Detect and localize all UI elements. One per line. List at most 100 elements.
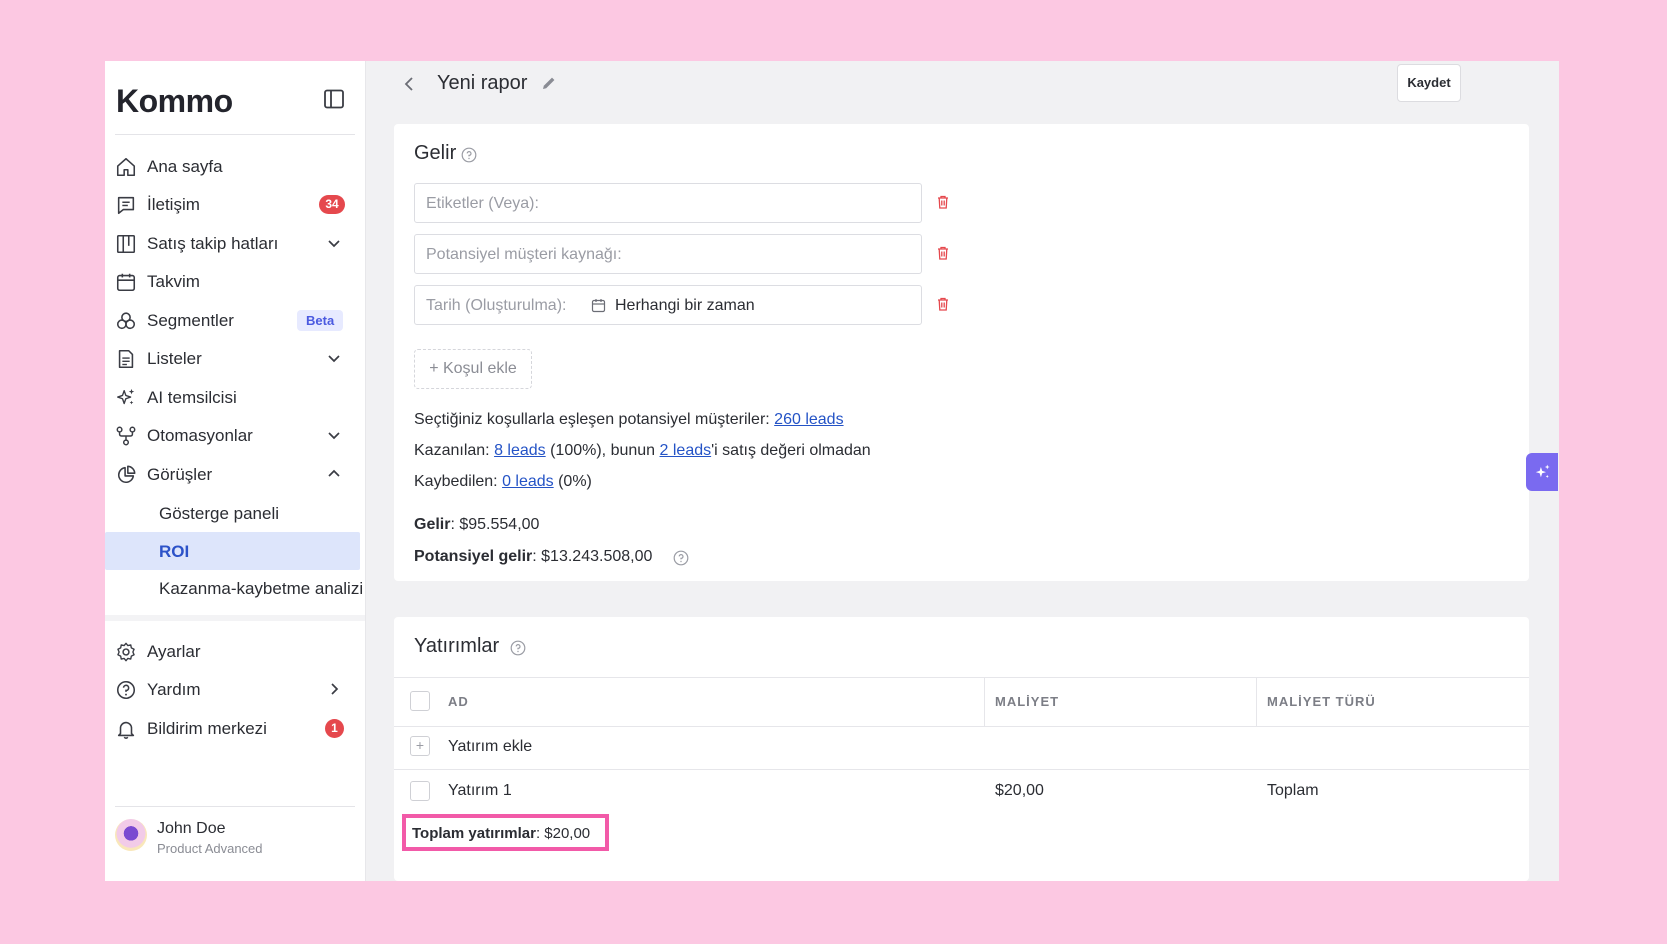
sidebar-item-label: Görüşler bbox=[147, 465, 213, 484]
income-title: Gelir bbox=[414, 142, 457, 164]
trash-icon[interactable] bbox=[935, 245, 951, 261]
column-header-cost[interactable]: MALİYET bbox=[995, 694, 1059, 709]
add-condition-button[interactable]: + Koşul ekle bbox=[414, 349, 532, 389]
beta-badge: Beta bbox=[297, 310, 344, 331]
column-header-cost-type[interactable]: MALİYET TÜRÜ bbox=[1267, 694, 1376, 709]
sidebar-item-lists[interactable]: Listeler bbox=[105, 339, 365, 377]
matched-leads-line: Seçtiğiniz koşullarla eşleşen potansiyel… bbox=[414, 411, 844, 429]
won-leads-line: Kazanılan: 8 leads (100%), bunun 2 leads… bbox=[414, 442, 871, 460]
edit-pencil-icon[interactable] bbox=[540, 74, 558, 92]
lost-leads-percent: (0%) bbox=[553, 473, 592, 490]
app-window: Kommo Ana sayfa İletişim 34 Satış takip … bbox=[105, 61, 1559, 881]
sidebar-item-label: Satış takip hatları bbox=[147, 234, 279, 253]
revenue-label: Gelir bbox=[414, 516, 451, 533]
sidebar-item-label: İletişim bbox=[147, 195, 200, 214]
sidebar-subitem-label: Kazanma-kaybetme analizi bbox=[159, 579, 364, 598]
sidebar-item-ai-agent[interactable]: AI temsilcisi bbox=[105, 378, 365, 416]
investment-cost-type: Toplam bbox=[1267, 782, 1319, 799]
sidebar-item-label: Ayarlar bbox=[147, 642, 201, 661]
chevron-up-icon bbox=[328, 469, 340, 477]
gear-icon bbox=[117, 642, 135, 662]
help-circle-icon bbox=[116, 680, 136, 700]
sparkles-icon bbox=[117, 388, 135, 405]
revenue-line: Gelir: $95.554,00 bbox=[414, 516, 539, 534]
top-bar: Yeni rapor Kaydet bbox=[365, 61, 1559, 109]
sidebar-item-automations[interactable]: Otomasyonlar bbox=[105, 416, 365, 454]
matched-leads-text: Seçtiğiniz koşullarla eşleşen potansiyel… bbox=[414, 411, 775, 428]
sidebar-item-label: AI temsilcisi bbox=[147, 388, 237, 407]
matched-leads-link[interactable]: 260 leads bbox=[774, 411, 843, 428]
won-leads-link[interactable]: 8 leads bbox=[494, 442, 546, 459]
help-icon[interactable] bbox=[510, 640, 526, 656]
total-investments-highlight: Toplam yatırımlar: $20,00 bbox=[402, 814, 609, 851]
won-no-value-link[interactable]: 2 leads bbox=[660, 442, 712, 459]
sidebar-item-settings[interactable]: Ayarlar bbox=[105, 632, 365, 670]
sidebar-subitem-roi[interactable]: ROI bbox=[105, 532, 360, 570]
total-investments-line: Toplam yatırımlar: $20,00 bbox=[412, 825, 590, 842]
pie-chart-icon bbox=[117, 465, 136, 484]
plus-icon: + bbox=[410, 736, 430, 756]
sidebar-item-segments[interactable]: Segmentler Beta bbox=[105, 301, 365, 339]
won-leads-text: Kazanılan: bbox=[414, 442, 495, 459]
sidebar: Kommo Ana sayfa İletişim 34 Satış takip … bbox=[105, 61, 366, 881]
sidebar-item-pipelines[interactable]: Satış takip hatları bbox=[105, 224, 365, 262]
automation-icon bbox=[116, 426, 136, 446]
sidebar-item-communication[interactable]: İletişim 34 bbox=[105, 185, 365, 223]
lead-source-filter-field[interactable]: Potansiyel müşteri kaynağı: bbox=[414, 234, 922, 274]
add-investment-label: Yatırım ekle bbox=[448, 738, 533, 755]
segments-icon bbox=[116, 312, 136, 330]
row-checkbox[interactable] bbox=[410, 781, 430, 801]
document-icon bbox=[118, 349, 134, 369]
back-arrow-icon[interactable] bbox=[399, 73, 421, 95]
column-header-name[interactable]: AD bbox=[448, 694, 469, 709]
date-filter-value: Herhangi bir zaman bbox=[615, 297, 755, 314]
revenue-value: : $95.554,00 bbox=[450, 516, 540, 533]
help-icon[interactable] bbox=[461, 147, 477, 163]
user-name: John Doe bbox=[157, 820, 226, 837]
column-divider bbox=[1256, 678, 1257, 726]
sidebar-subitem-dashboard[interactable]: Gösterge paneli bbox=[105, 494, 360, 532]
investment-name: Yatırım 1 bbox=[448, 782, 512, 799]
income-card: Gelir Etiketler (Veya): Potansiyel müşte… bbox=[394, 124, 1529, 581]
select-all-checkbox[interactable] bbox=[410, 691, 430, 711]
sidebar-collapse-icon[interactable] bbox=[322, 87, 346, 111]
add-investment-row[interactable]: + Yatırım ekle bbox=[394, 725, 1529, 770]
save-button[interactable]: Kaydet bbox=[1397, 64, 1461, 102]
user-profile[interactable]: John Doe Product Advanced bbox=[105, 809, 365, 869]
sidebar-item-help[interactable]: Yardım bbox=[105, 670, 365, 708]
divider bbox=[115, 134, 355, 135]
date-filter-field[interactable]: Tarih (Oluşturulma): Herhangi bir zaman bbox=[414, 285, 922, 325]
pipeline-icon bbox=[116, 234, 136, 254]
sidebar-item-label: Takvim bbox=[147, 272, 200, 291]
lost-leads-line: Kaybedilen: 0 leads (0%) bbox=[414, 473, 592, 491]
investments-table-header: AD MALİYET MALİYET TÜRÜ bbox=[394, 677, 1529, 727]
sidebar-item-label: Bildirim merkezi bbox=[147, 719, 267, 738]
trash-icon[interactable] bbox=[935, 194, 951, 210]
sidebar-item-calendar[interactable]: Takvim bbox=[105, 262, 365, 300]
user-role: Product Advanced bbox=[157, 841, 263, 856]
chat-icon bbox=[117, 196, 135, 215]
sidebar-subitem-win-loss[interactable]: Kazanma-kaybetme analizi bbox=[105, 569, 364, 607]
sidebar-subitem-label: Gösterge paneli bbox=[159, 504, 280, 523]
sidebar-item-notifications[interactable]: Bildirim merkezi 1 bbox=[105, 709, 365, 747]
sidebar-item-insights[interactable]: Görüşler bbox=[105, 455, 365, 493]
tags-filter-field[interactable]: Etiketler (Veya): bbox=[414, 183, 922, 223]
chevron-down-icon bbox=[328, 355, 340, 363]
logo-row: Kommo bbox=[105, 61, 365, 135]
avatar bbox=[115, 819, 147, 851]
help-icon[interactable] bbox=[673, 550, 689, 566]
ai-assistant-button[interactable] bbox=[1526, 453, 1558, 491]
table-row[interactable]: Yatırım 1 $20,00 Toplam bbox=[394, 769, 1529, 813]
total-investments-value: : $20,00 bbox=[535, 825, 591, 842]
investments-card: Yatırımlar AD MALİYET MALİYET TÜRÜ + Yat… bbox=[394, 617, 1529, 881]
divider bbox=[105, 615, 365, 621]
sidebar-item-home[interactable]: Ana sayfa bbox=[105, 147, 365, 185]
lost-leads-link[interactable]: 0 leads bbox=[502, 473, 554, 490]
won-leads-suffix: 'i satış değeri olmadan bbox=[711, 442, 871, 459]
potential-revenue-line: Potansiyel gelir: $13.243.508,00 bbox=[414, 548, 652, 566]
sidebar-item-label: Ana sayfa bbox=[147, 157, 223, 176]
calendar-icon bbox=[591, 299, 606, 313]
trash-icon[interactable] bbox=[935, 296, 951, 312]
kommo-logo[interactable]: Kommo bbox=[116, 83, 233, 120]
notification-badge: 1 bbox=[325, 719, 344, 738]
